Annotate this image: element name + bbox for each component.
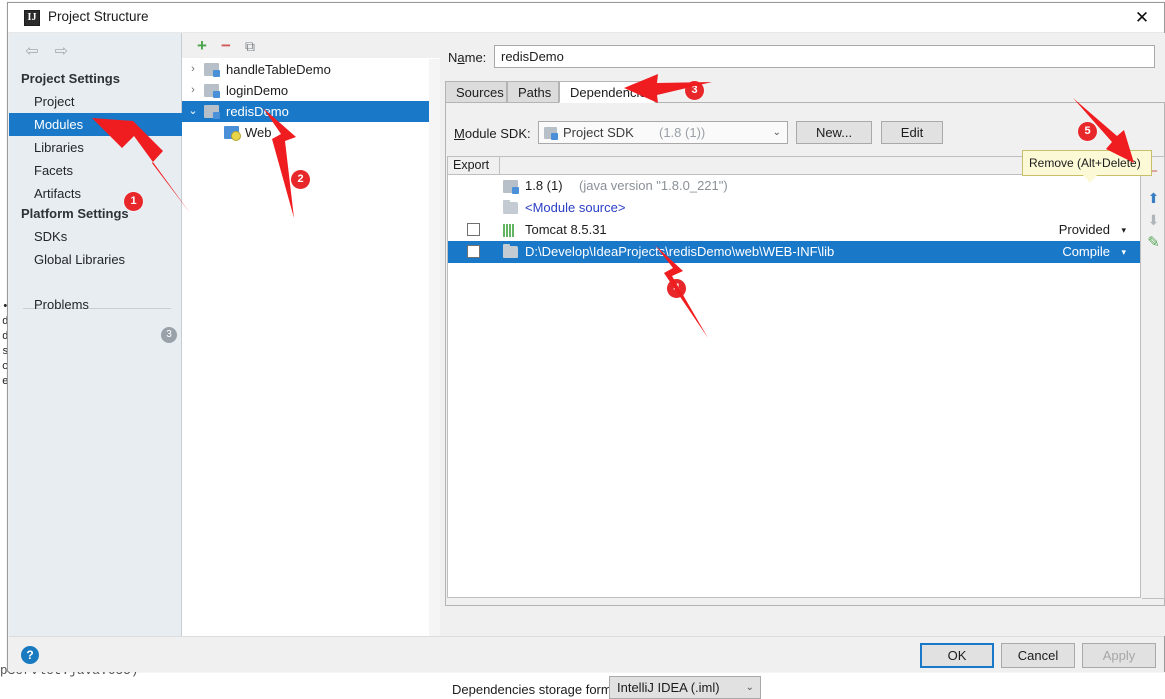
table-row[interactable]: Tomcat 8.5.31 Provided ▾ [448, 219, 1140, 241]
sdk-icon [503, 180, 519, 194]
tree-node-label: loginDemo [226, 83, 289, 98]
sidebar-item-sdks[interactable]: SDKs [9, 225, 182, 248]
module-name-input[interactable]: redisDemo [494, 45, 1155, 68]
problems-count-badge: 3 [161, 327, 177, 343]
help-icon[interactable]: ? [21, 646, 39, 664]
chevron-right-icon[interactable]: › [186, 59, 200, 80]
tree-row[interactable]: Web [182, 122, 440, 143]
project-structure-dialog: IJ Project Structure ✕ ⇦ ⇨ Project Setti… [7, 2, 1165, 699]
annotation-badge-1: 1 [124, 192, 143, 211]
tree-node-label: handleTableDemo [226, 62, 331, 77]
export-checkbox[interactable] [467, 245, 480, 258]
sidebar-item-modules[interactable]: Modules [9, 113, 182, 136]
dependency-label: Tomcat 8.5.31 [525, 222, 607, 237]
dependency-scope[interactable]: Provided [1059, 219, 1110, 241]
sidebar-heading-project-settings: Project Settings [21, 71, 120, 86]
module-sdk-version: (1.8 (1)) [659, 125, 706, 140]
edit-sdk-button[interactable]: Edit [881, 121, 943, 144]
module-tree-toolbar: + − ⧉ [182, 33, 440, 59]
settings-sidebar: ⇦ ⇨ Project Settings Project Modules Lib… [9, 33, 182, 636]
sidebar-item-problems[interactable]: Problems [9, 293, 182, 316]
tree-row[interactable]: › loginDemo [182, 80, 440, 101]
remove-tooltip: Remove (Alt+Delete) [1022, 150, 1152, 183]
chevron-down-icon[interactable]: ▾ [1121, 219, 1126, 241]
nav-forward-icon[interactable]: ⇨ [48, 41, 74, 63]
dialog-title: Project Structure [48, 9, 149, 24]
dependency-label: <Module source> [525, 200, 626, 215]
nav-back-icon[interactable]: ⇦ [19, 41, 45, 63]
table-row-selected[interactable]: D:\Develop\IdeaProjects\redisDemo\web\WE… [448, 241, 1140, 263]
module-tabs: Sources Paths Dependencies [445, 81, 1165, 103]
tab-paths[interactable]: Paths [507, 81, 559, 103]
chevron-down-icon[interactable]: ⌄ [186, 101, 200, 122]
module-sdk-select[interactable]: Project SDK (1.8 (1)) ⌄ [538, 121, 788, 144]
module-icon [204, 84, 220, 98]
tree-row-redisdemo[interactable]: ⌄ redisDemo [182, 101, 440, 122]
annotation-badge-4: 4 [667, 279, 686, 298]
sidebar-item-libraries[interactable]: Libraries [9, 136, 182, 159]
ok-button[interactable]: OK [920, 643, 994, 668]
remove-module-icon[interactable]: − [215, 36, 237, 56]
module-tree-panel: + − ⧉ › handleTableDemo › loginDemo ⌄ re… [182, 33, 440, 636]
chevron-down-icon[interactable]: ⌄ [773, 122, 781, 143]
new-sdk-button[interactable]: New... [796, 121, 872, 144]
tab-sources[interactable]: Sources [445, 81, 507, 103]
tree-node-label: Web [245, 125, 272, 140]
apply-button: Apply [1082, 643, 1156, 668]
table-row[interactable]: <Module source> [448, 197, 1140, 219]
sidebar-item-artifacts[interactable]: Artifacts [9, 182, 182, 205]
dependency-scope[interactable]: Compile [1062, 241, 1110, 263]
column-header-export[interactable]: Export [448, 157, 500, 174]
intellij-idea-icon: IJ [24, 10, 40, 26]
dialog-titlebar: IJ Project Structure ✕ [8, 3, 1164, 33]
chevron-right-icon[interactable]: › [186, 80, 200, 101]
folder-icon [503, 200, 518, 214]
storage-format-select[interactable]: IntelliJ IDEA (.iml) ⌄ [609, 676, 761, 699]
table-row[interactable]: 1.8 (1) (java version "1.8.0_221") [448, 175, 1140, 197]
web-facet-icon [224, 126, 241, 141]
dependencies-tab-panel: Module SDK: Project SDK (1.8 (1)) ⌄ New.… [445, 103, 1165, 699]
dependencies-side-toolbar: − ⬆ ⬇ ✎ [1142, 156, 1165, 599]
cancel-button[interactable]: Cancel [1001, 643, 1075, 668]
name-label: Name: [448, 50, 487, 65]
module-sdk-value: Project SDK [563, 125, 634, 140]
export-checkbox[interactable] [467, 223, 480, 236]
sidebar-item-facets[interactable]: Facets [9, 159, 182, 182]
tree-row[interactable]: › handleTableDemo [182, 59, 440, 80]
storage-format-label: Dependencies storage format: [452, 682, 627, 697]
annotation-badge-3: 3 [685, 81, 704, 100]
tree-scrollbar[interactable] [429, 59, 440, 636]
annotation-badge-5: 5 [1078, 122, 1097, 141]
dialog-footer: ? OK Cancel Apply [9, 636, 1164, 672]
dependency-sublabel: (java version "1.8.0_221") [579, 178, 728, 193]
folder-icon [503, 244, 518, 258]
dependency-label: D:\Develop\IdeaProjects\redisDemo\web\WE… [525, 244, 835, 259]
edit-pencil-icon[interactable]: ✎ [1144, 232, 1163, 254]
sidebar-item-project[interactable]: Project [9, 90, 182, 113]
copy-module-icon[interactable]: ⧉ [239, 36, 261, 56]
close-icon[interactable]: ✕ [1120, 3, 1164, 32]
module-editor-panel: Name: redisDemo Sources Paths Dependenci… [440, 33, 1165, 699]
tab-dependencies[interactable]: Dependencies [559, 81, 655, 103]
module-icon [204, 63, 220, 77]
module-icon [204, 105, 220, 119]
chevron-down-icon[interactable]: ▾ [1121, 241, 1126, 263]
move-down-icon[interactable]: ⬇ [1144, 209, 1163, 231]
library-icon [503, 224, 517, 237]
annotation-badge-2: 2 [291, 170, 310, 189]
move-up-icon[interactable]: ⬆ [1144, 187, 1163, 209]
add-module-icon[interactable]: + [191, 36, 213, 56]
dependencies-table[interactable]: 1.8 (1) (java version "1.8.0_221") <Modu… [447, 175, 1141, 598]
sidebar-nav-arrows: ⇦ ⇨ [19, 41, 89, 63]
tree-node-label: redisDemo [226, 104, 289, 119]
module-sdk-label: Module SDK: [454, 126, 531, 141]
sidebar-heading-platform-settings: Platform Settings [21, 206, 129, 221]
chevron-down-icon[interactable]: ⌄ [746, 677, 754, 698]
sidebar-item-global-libraries[interactable]: Global Libraries [9, 248, 182, 271]
sdk-icon [544, 127, 558, 140]
storage-format-value: IntelliJ IDEA (.iml) [617, 680, 720, 695]
dependency-label: 1.8 (1) [525, 178, 563, 193]
